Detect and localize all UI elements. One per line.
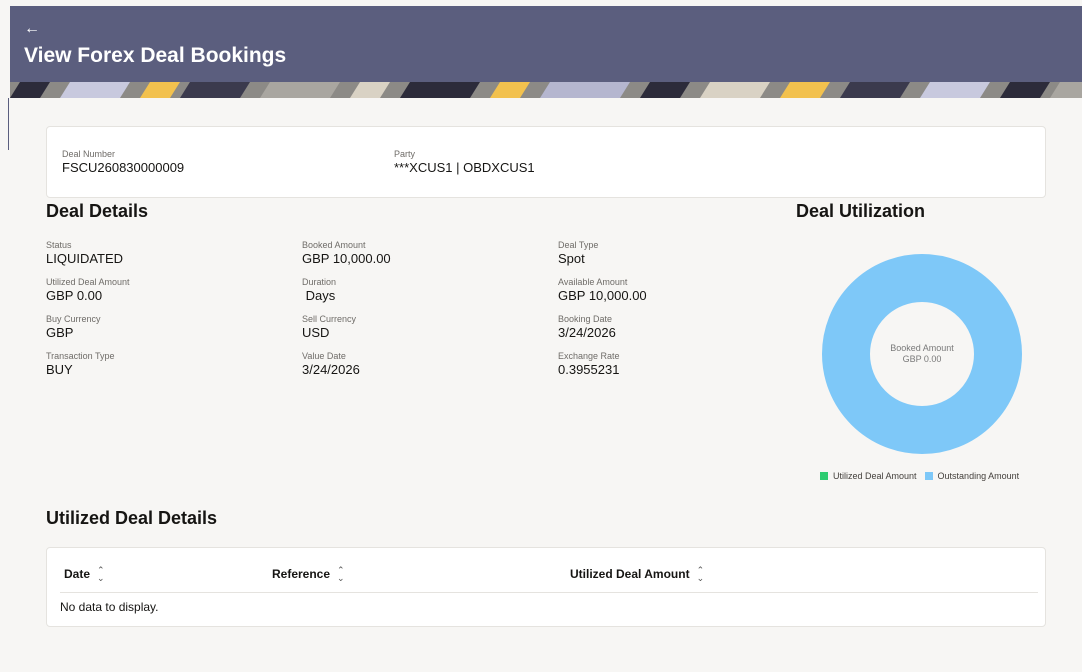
legend-item-outstanding[interactable]: Outstanding Amount: [924, 471, 1020, 481]
exchange-rate-value: 0.3955231: [558, 362, 620, 377]
utilized-deal-details-title: Utilized Deal Details: [46, 508, 218, 528]
deal-type-value: Spot: [558, 251, 585, 266]
value-date-value: 3/24/2026: [302, 362, 360, 377]
sort-icon[interactable]: ⌃ ⌄: [337, 566, 345, 583]
buy-currency-field: Buy Currency GBP: [46, 314, 101, 341]
available-amount-label: Available Amount: [558, 277, 628, 287]
available-amount-value: GBP 10,000.00: [558, 288, 647, 303]
booking-date-value: 3/24/2026: [558, 325, 616, 340]
donut-center-value: GBP 0.00: [902, 354, 942, 364]
back-arrow-icon[interactable]: ←: [24, 20, 40, 38]
transaction-type-label: Transaction Type: [46, 351, 115, 361]
transaction-type-field: Transaction Type BUY: [46, 351, 115, 378]
booking-date-label: Booking Date: [558, 314, 613, 324]
utilized-deal-amount-label: Utilized Deal Amount: [46, 277, 130, 287]
status-label: Status: [46, 240, 72, 250]
duration-field: Duration Days: [302, 277, 336, 304]
utilized-deal-table: [46, 547, 1046, 627]
deal-utilization-donut-chart: Booked Amount GBP 0.00: [822, 254, 1022, 454]
sell-currency-field: Sell Currency USD: [302, 314, 356, 341]
deal-type-label: Deal Type: [558, 240, 599, 250]
empty-table-message: No data to display.: [60, 600, 159, 614]
transaction-type-value: BUY: [46, 362, 73, 377]
party-value: ***XCUS1 | OBDXCUS1: [394, 160, 535, 175]
value-date-field: Value Date 3/24/2026: [302, 351, 360, 378]
status-value: LIQUIDATED: [46, 251, 124, 266]
left-edge-line: [8, 98, 9, 150]
buy-currency-value: GBP: [46, 325, 74, 340]
party-field: Party ***XCUS1 | OBDXCUS1: [394, 149, 535, 176]
column-header-date-label: Date: [64, 567, 91, 581]
legend-label-utilized: Utilized Deal Amount: [833, 471, 917, 481]
party-label: Party: [394, 149, 416, 159]
available-amount-field: Available Amount GBP 10,000.00: [558, 277, 647, 304]
utilized-deal-amount-field: Utilized Deal Amount GBP 0.00: [46, 277, 130, 304]
deal-summary-card: Deal Number FSCU260830000009 Party ***XC…: [46, 126, 1046, 198]
sell-currency-value: USD: [302, 325, 330, 340]
deal-number-label: Deal Number: [62, 149, 116, 159]
header-pattern-decoration: [10, 82, 1082, 98]
legend-item-utilized[interactable]: Utilized Deal Amount: [820, 471, 917, 481]
utilized-deal-amount-value: GBP 0.00: [46, 288, 103, 303]
duration-value: Days: [302, 288, 336, 303]
sort-icon[interactable]: ⌃ ⌄: [697, 566, 705, 583]
exchange-rate-label: Exchange Rate: [558, 351, 620, 361]
booked-amount-field: Booked Amount GBP 10,000.00: [302, 240, 391, 267]
legend-label-outstanding: Outstanding Amount: [937, 471, 1020, 481]
duration-label: Duration: [302, 277, 337, 287]
page-header: ← View Forex Deal Bookings: [10, 6, 1082, 98]
page-title: View Forex Deal Bookings: [24, 44, 287, 67]
booked-amount-value: GBP 10,000.00: [302, 251, 391, 266]
sell-currency-label: Sell Currency: [302, 314, 357, 324]
column-header-utilized-deal-amount-label: Utilized Deal Amount: [570, 567, 690, 581]
deal-type-field: Deal Type Spot: [558, 240, 598, 267]
sort-icon[interactable]: ⌃ ⌄: [97, 566, 105, 583]
column-header-utilized-deal-amount[interactable]: Utilized Deal Amount ⌃ ⌄: [570, 566, 705, 583]
table-header-divider: [60, 592, 1038, 593]
column-header-reference-label: Reference: [272, 567, 331, 581]
booking-date-field: Booking Date 3/24/2026: [558, 314, 616, 341]
deal-details-title: Deal Details: [46, 201, 149, 221]
donut-center-label: Booked Amount GBP 0.00: [822, 254, 1022, 454]
status-field: Status LIQUIDATED: [46, 240, 123, 267]
legend-swatch-outstanding: [924, 472, 933, 480]
column-header-reference[interactable]: Reference ⌃ ⌄: [272, 566, 345, 583]
column-header-date[interactable]: Date ⌃ ⌄: [64, 566, 105, 583]
buy-currency-label: Buy Currency: [46, 314, 101, 324]
deal-number-field: Deal Number FSCU260830000009: [62, 149, 184, 176]
value-date-label: Value Date: [302, 351, 346, 361]
exchange-rate-field: Exchange Rate 0.3955231: [558, 351, 620, 378]
donut-center-title: Booked Amount: [890, 343, 954, 353]
booked-amount-label: Booked Amount: [302, 240, 366, 250]
deal-number-value: FSCU260830000009: [62, 160, 185, 175]
chart-legend: Utilized Deal Amount Outstanding Amount: [820, 471, 1027, 481]
legend-swatch-utilized: [820, 472, 828, 480]
deal-utilization-title: Deal Utilization: [796, 201, 926, 221]
